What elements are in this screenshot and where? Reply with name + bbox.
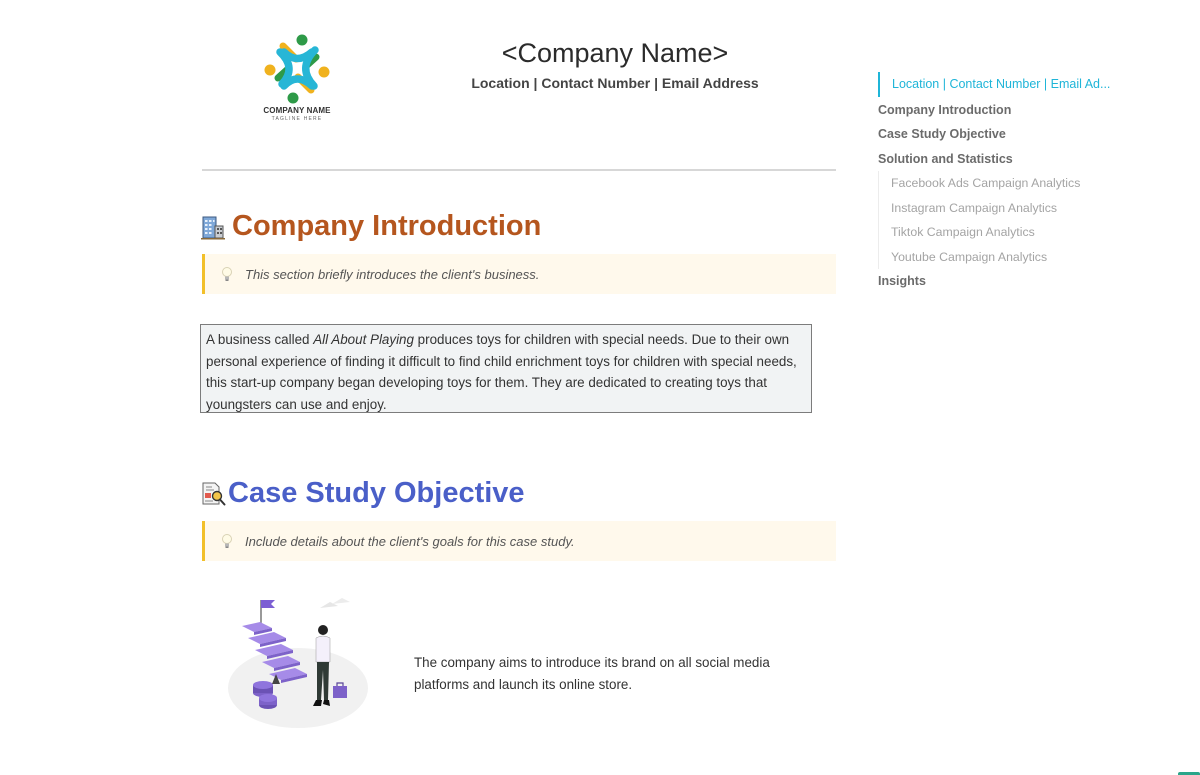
toc-item-insights[interactable]: Insights xyxy=(878,269,1118,294)
document-search-icon xyxy=(202,482,226,505)
office-building-icon xyxy=(201,216,225,239)
toc-item-facebook-ads[interactable]: Facebook Ads Campaign Analytics xyxy=(879,171,1118,196)
header-divider xyxy=(202,169,836,171)
callout-intro-hint: This section briefly introduces the clie… xyxy=(202,254,836,294)
contact-subtitle: Location | Contact Number | Email Addres… xyxy=(471,75,759,91)
logo-mark-icon xyxy=(264,34,330,104)
goal-stairs-illustration xyxy=(228,598,368,728)
heading-case-study-objective: Case Study Objective xyxy=(200,477,525,510)
toc-subsection-list: Facebook Ads Campaign Analytics Instagra… xyxy=(878,171,1118,269)
callout-text: Include details about the client's goals… xyxy=(245,533,575,549)
toc-item-youtube[interactable]: Youtube Campaign Analytics xyxy=(879,245,1118,270)
intro-text-prefix: A business called xyxy=(206,332,314,347)
toc-item-solution-and-statistics[interactable]: Solution and Statistics xyxy=(878,147,1118,172)
intro-paragraph: A business called All About Playing prod… xyxy=(200,324,812,413)
toc-item-instagram[interactable]: Instagram Campaign Analytics xyxy=(879,196,1118,221)
business-name: All About Playing xyxy=(313,332,414,347)
lightbulb-icon xyxy=(222,534,232,548)
page-title: <Company Name> xyxy=(501,38,729,68)
heading-company-introduction: Company Introduction xyxy=(200,210,541,243)
callout-text: This section briefly introduces the clie… xyxy=(245,266,540,282)
toc-item-case-study-objective[interactable]: Case Study Objective xyxy=(878,122,1118,147)
lightbulb-icon xyxy=(222,267,232,281)
company-logo: COMPANY NAME TAGLINE HERE xyxy=(252,32,342,127)
toc-item-tiktok[interactable]: Tiktok Campaign Analytics xyxy=(879,220,1118,245)
logo-tagline: TAGLINE HERE xyxy=(271,116,323,122)
callout-objective-hint: Include details about the client's goals… xyxy=(202,521,836,561)
toc-item-company-introduction[interactable]: Company Introduction xyxy=(878,98,1118,123)
logo-company-name: COMPANY NAME xyxy=(263,106,331,115)
toc-item-contact-info[interactable]: Location | Contact Number | Email Ad... xyxy=(878,72,1118,97)
document-page: COMPANY NAME TAGLINE HERE <Company Name>… xyxy=(0,0,1200,775)
heading-text: Case Study Objective xyxy=(228,477,525,509)
objective-paragraph: The company aims to introduce its brand … xyxy=(414,655,770,692)
heading-text: Company Introduction xyxy=(232,210,542,242)
table-of-contents: Location | Contact Number | Email Ad... … xyxy=(878,72,1118,294)
